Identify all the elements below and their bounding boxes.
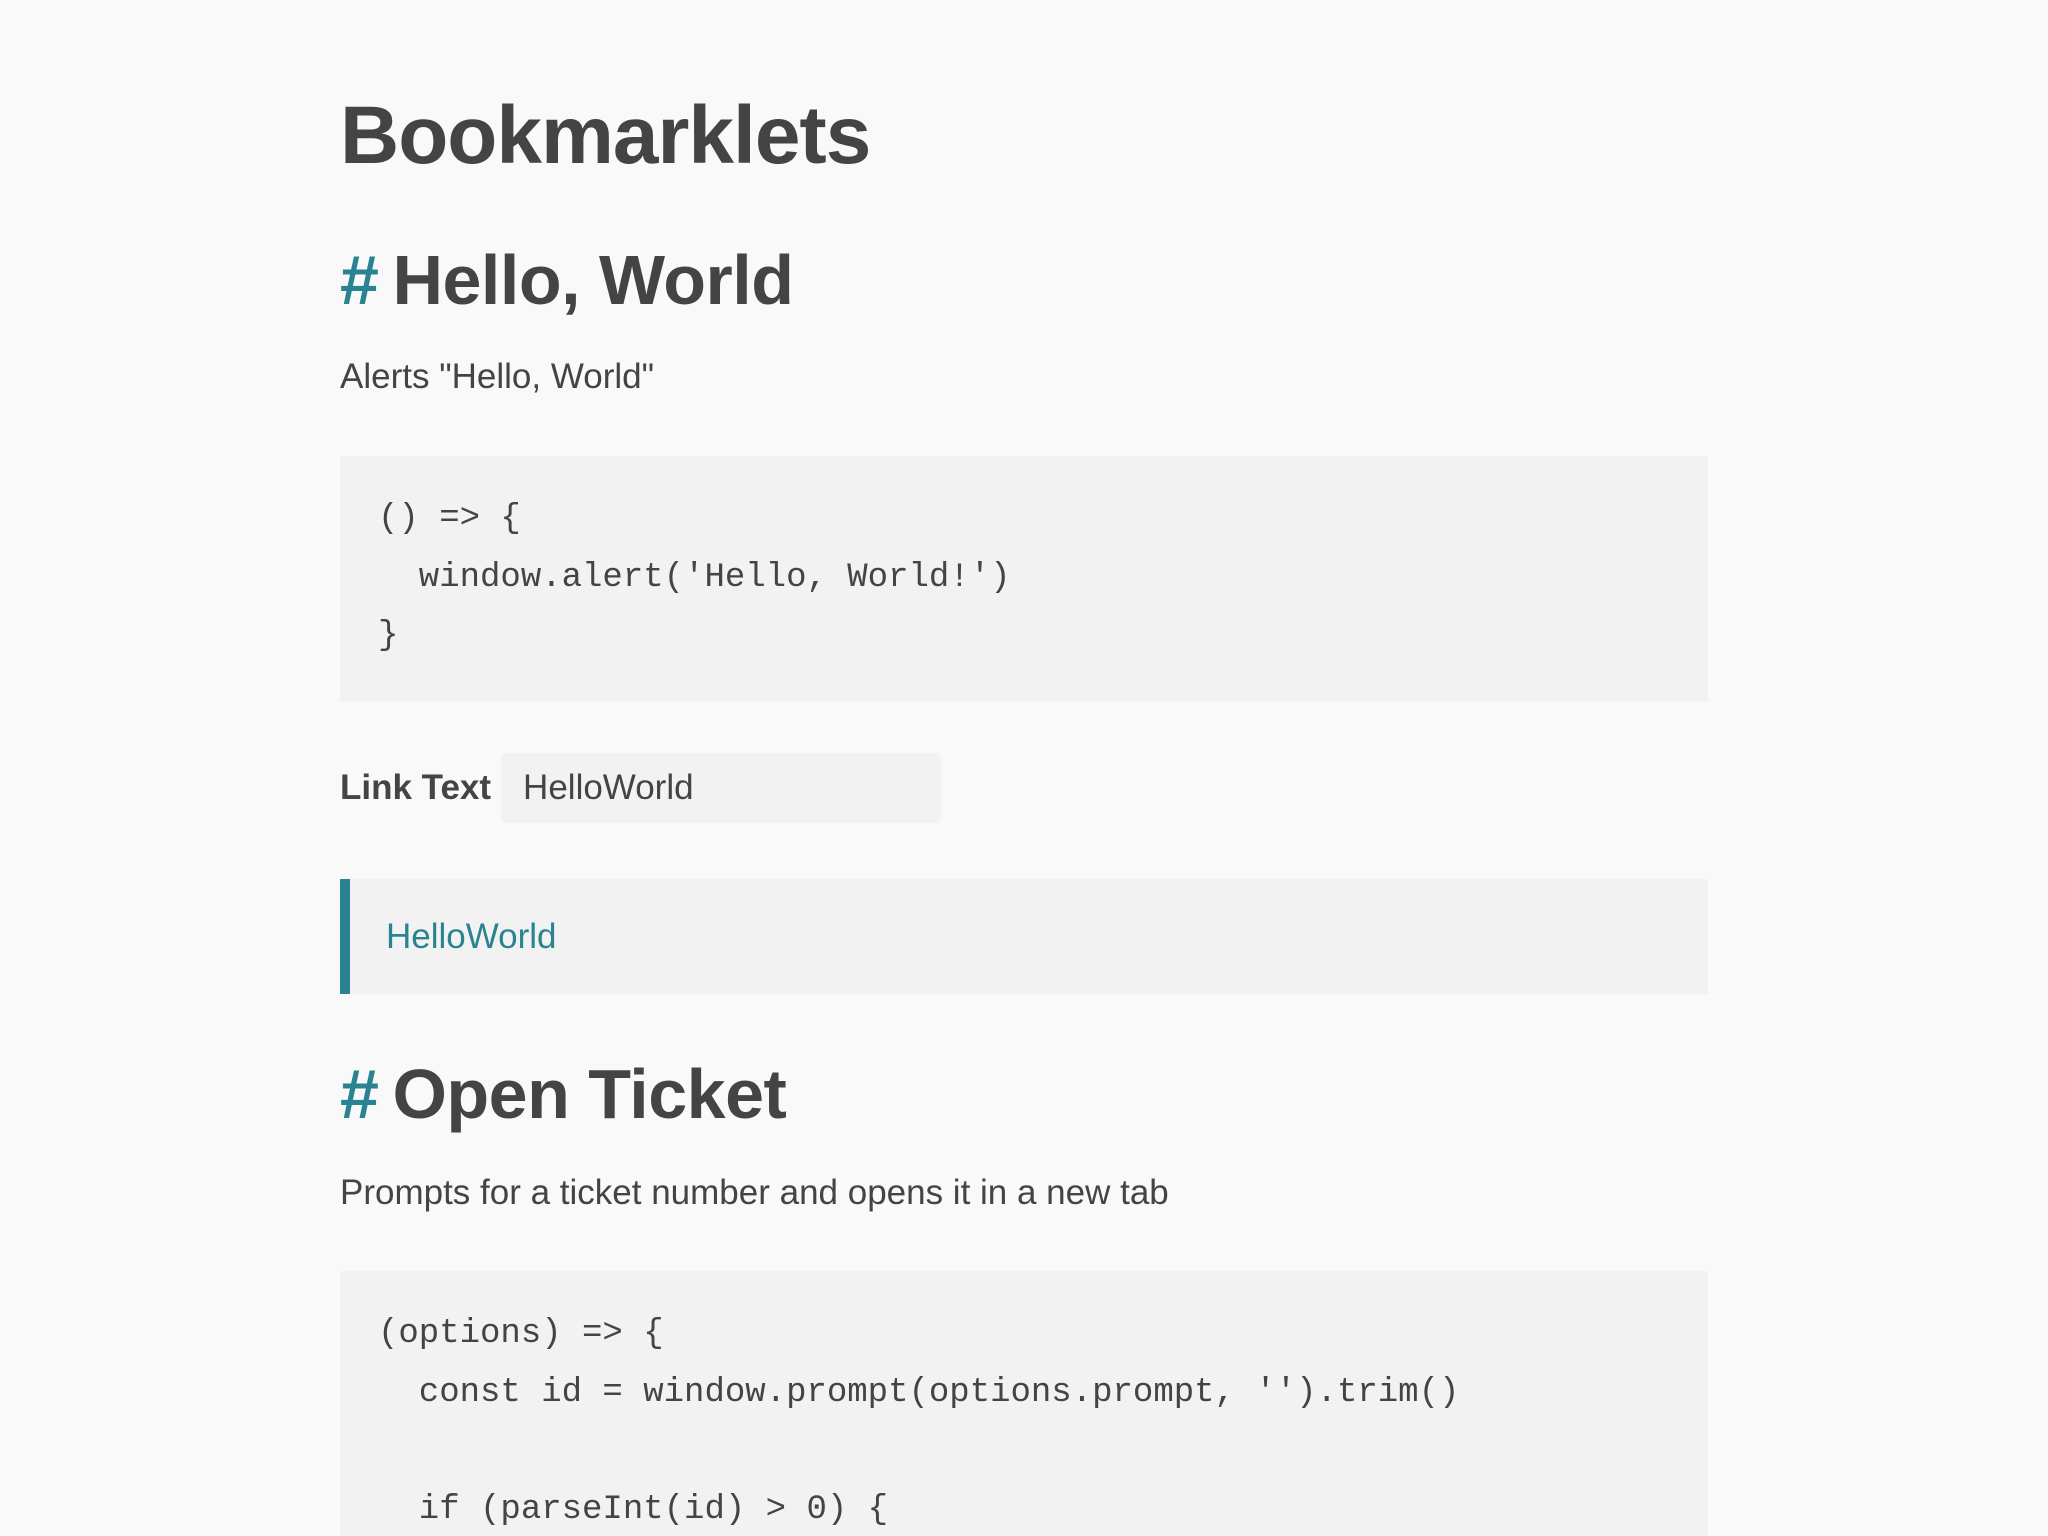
link-text-field-row: Link Text [340, 753, 942, 823]
open-ticket-code-block: (options) => { const id = window.prompt(… [340, 1271, 1708, 1536]
open-ticket-heading: # Open Ticket [340, 1052, 787, 1136]
hello-world-title: Hello, World [392, 241, 794, 319]
hello-world-bookmarklet-link[interactable]: HelloWorld [386, 917, 557, 957]
open-ticket-description: Prompts for a ticket number and opens it… [340, 1173, 1169, 1212]
open-ticket-title: Open Ticket [392, 1055, 787, 1133]
hello-world-anchor-link[interactable]: # [340, 241, 379, 319]
hello-world-code-block: () => { window.alert('Hello, World!') } [340, 456, 1708, 702]
link-text-label: Link Text [340, 768, 492, 807]
hello-world-description: Alerts "Hello, World" [340, 357, 655, 396]
hello-world-heading: # Hello, World [340, 238, 794, 322]
bookmarklet-callout: HelloWorld [340, 879, 1708, 994]
link-text-input[interactable] [501, 753, 942, 823]
open-ticket-anchor-link[interactable]: # [340, 1055, 379, 1133]
page-title: Bookmarklets [340, 90, 871, 181]
